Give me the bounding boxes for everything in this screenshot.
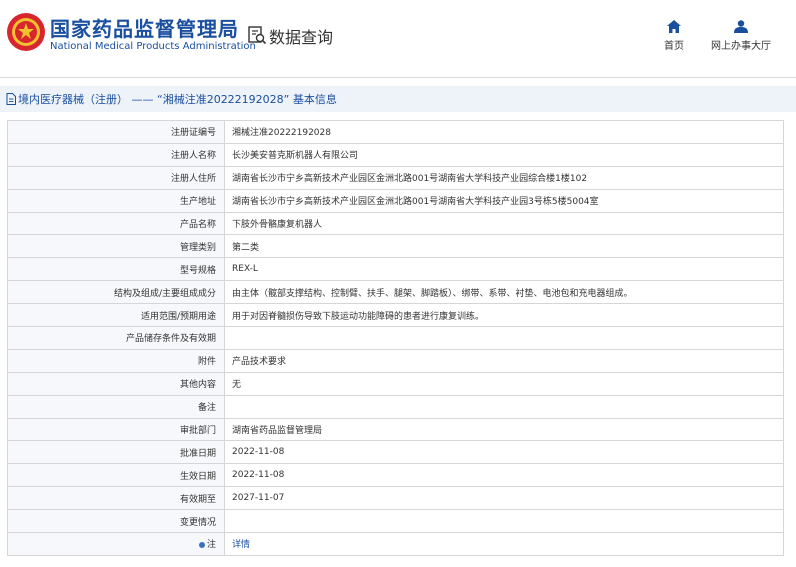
field-label: 附件: [7, 348, 225, 373]
field-label: 有效期至: [7, 486, 225, 511]
table-row: 注册人住所 湖南省长沙市宁乡高新技术产业园区金洲北路001号湖南省大学科技产业园综…: [7, 165, 784, 190]
table-row: 有效期至 2027-11-07: [7, 486, 784, 511]
table-row: 生效日期 2022-11-08: [7, 463, 784, 488]
details-link[interactable]: 详情: [224, 532, 784, 556]
field-label: 产品储存条件及有效期: [7, 326, 225, 350]
user-icon: [734, 20, 748, 33]
header-divider: [0, 77, 796, 78]
field-value: 用于对因脊髓损伤导致下肢运动功能障碍的患者进行康复训练。: [224, 303, 784, 328]
table-row: 型号规格 REX-L: [7, 257, 784, 282]
data-query-title: 数据查询: [269, 28, 334, 47]
home-icon: [667, 20, 681, 33]
document-icon: [6, 93, 16, 105]
field-value: 湖南省长沙市宁乡高新技术产业园区金洲北路001号湖南省大学科技产业园3号栋5楼5…: [224, 188, 784, 213]
field-label: 其他内容: [7, 371, 225, 396]
field-value: 产品技术要求: [224, 348, 784, 373]
field-label: 备注: [7, 394, 225, 419]
field-label: 适用范围/预期用途: [7, 303, 225, 328]
table-row: 注册证编号 湘械注准20222192028: [7, 120, 784, 144]
table-row: 审批部门 湖南省药品监督管理局: [7, 417, 784, 442]
field-value: 2022-11-08: [224, 440, 784, 465]
table-row: 批准日期 2022-11-08: [7, 440, 784, 465]
field-label: 产品名称: [7, 211, 225, 236]
field-label: 结构及组成/主要组成成分: [7, 280, 225, 305]
table-row: 结构及组成/主要组成成分 由主体（髋部支撑结构、控制臂、扶手、腿架、脚踏板）、绑带…: [7, 280, 784, 305]
site-header: 国家药品监督管理局 National Medical Products Admi…: [0, 0, 796, 72]
field-value: 长沙美安普克斯机器人有限公司: [224, 142, 784, 167]
table-row: 注册人名称 长沙美安普克斯机器人有限公司: [7, 142, 784, 167]
brand-name-cn: 国家药品监督管理局: [50, 17, 239, 41]
field-value: 湘械注准20222192028: [224, 120, 784, 144]
nav-online-hall-label: 网上办事大厅: [711, 41, 771, 52]
table-row: 生产地址 湖南省长沙市宁乡高新技术产业园区金洲北路001号湖南省大学科技产业园3号…: [7, 188, 784, 213]
table-row-note: 注详情: [7, 532, 784, 556]
field-label: 注册人住所: [7, 165, 225, 190]
field-label: 型号规格: [7, 257, 225, 282]
nav-online-hall-link[interactable]: 网上办事大厅: [708, 20, 774, 52]
national-emblem-icon: [7, 13, 45, 51]
data-query-icon: [248, 26, 267, 45]
note-label: 注: [206, 540, 216, 551]
field-value: 由主体（髋部支撑结构、控制臂、扶手、腿架、脚踏板）、绑带、系带、衬垫、电池包和充…: [224, 280, 784, 305]
field-value: 下肢外骨骼康复机器人: [224, 211, 784, 236]
field-label: 审批部门: [7, 417, 225, 442]
table-row: 产品储存条件及有效期: [7, 326, 784, 350]
field-value: 湖南省长沙市宁乡高新技术产业园区金洲北路001号湖南省大学科技产业园综合楼1楼1…: [224, 165, 784, 190]
field-value: 湖南省药品监督管理局: [224, 417, 784, 442]
field-value: REX-L: [224, 257, 784, 282]
field-label: 注册证编号: [7, 120, 225, 144]
table-row: 变更情况: [7, 509, 784, 534]
field-label: 管理类别: [7, 234, 225, 259]
field-value: [224, 394, 784, 419]
registration-detail-table: 注册证编号 湘械注准20222192028 注册人名称 长沙美安普克斯机器人有限公司注…: [7, 120, 784, 556]
table-row: 其他内容无: [7, 371, 784, 396]
field-value: 第二类: [224, 234, 784, 259]
field-label-note: 注: [7, 532, 225, 556]
table-row: 产品名称 下肢外骨骼康复机器人: [7, 211, 784, 236]
field-value: [224, 509, 784, 534]
brand-name-en: National Medical Products Administration: [50, 41, 256, 52]
table-row: 适用范围/预期用途 用于对因脊髓损伤导致下肢运动功能障碍的患者进行康复训练。: [7, 303, 784, 328]
table-row: 管理类别 第二类: [7, 234, 784, 259]
breadcrumb-text: 境内医疗器械（注册） —— “湘械注准20222192028” 基本信息: [18, 93, 337, 106]
field-label: 生效日期: [7, 463, 225, 488]
nav-home-label: 首页: [664, 41, 684, 52]
table-row: 附件 产品技术要求: [7, 348, 784, 373]
field-label: 注册人名称: [7, 142, 225, 167]
field-label: 生产地址: [7, 188, 225, 213]
field-value: 2022-11-08: [224, 463, 784, 488]
info-icon: [198, 541, 205, 548]
field-label: 批准日期: [7, 440, 225, 465]
field-label: 变更情况: [7, 509, 225, 534]
field-value: 无: [224, 371, 784, 396]
field-value: 2027-11-07: [224, 486, 784, 511]
table-row: 备注: [7, 394, 784, 419]
nav-home-link[interactable]: 首页: [660, 20, 688, 52]
field-value: [224, 326, 784, 350]
